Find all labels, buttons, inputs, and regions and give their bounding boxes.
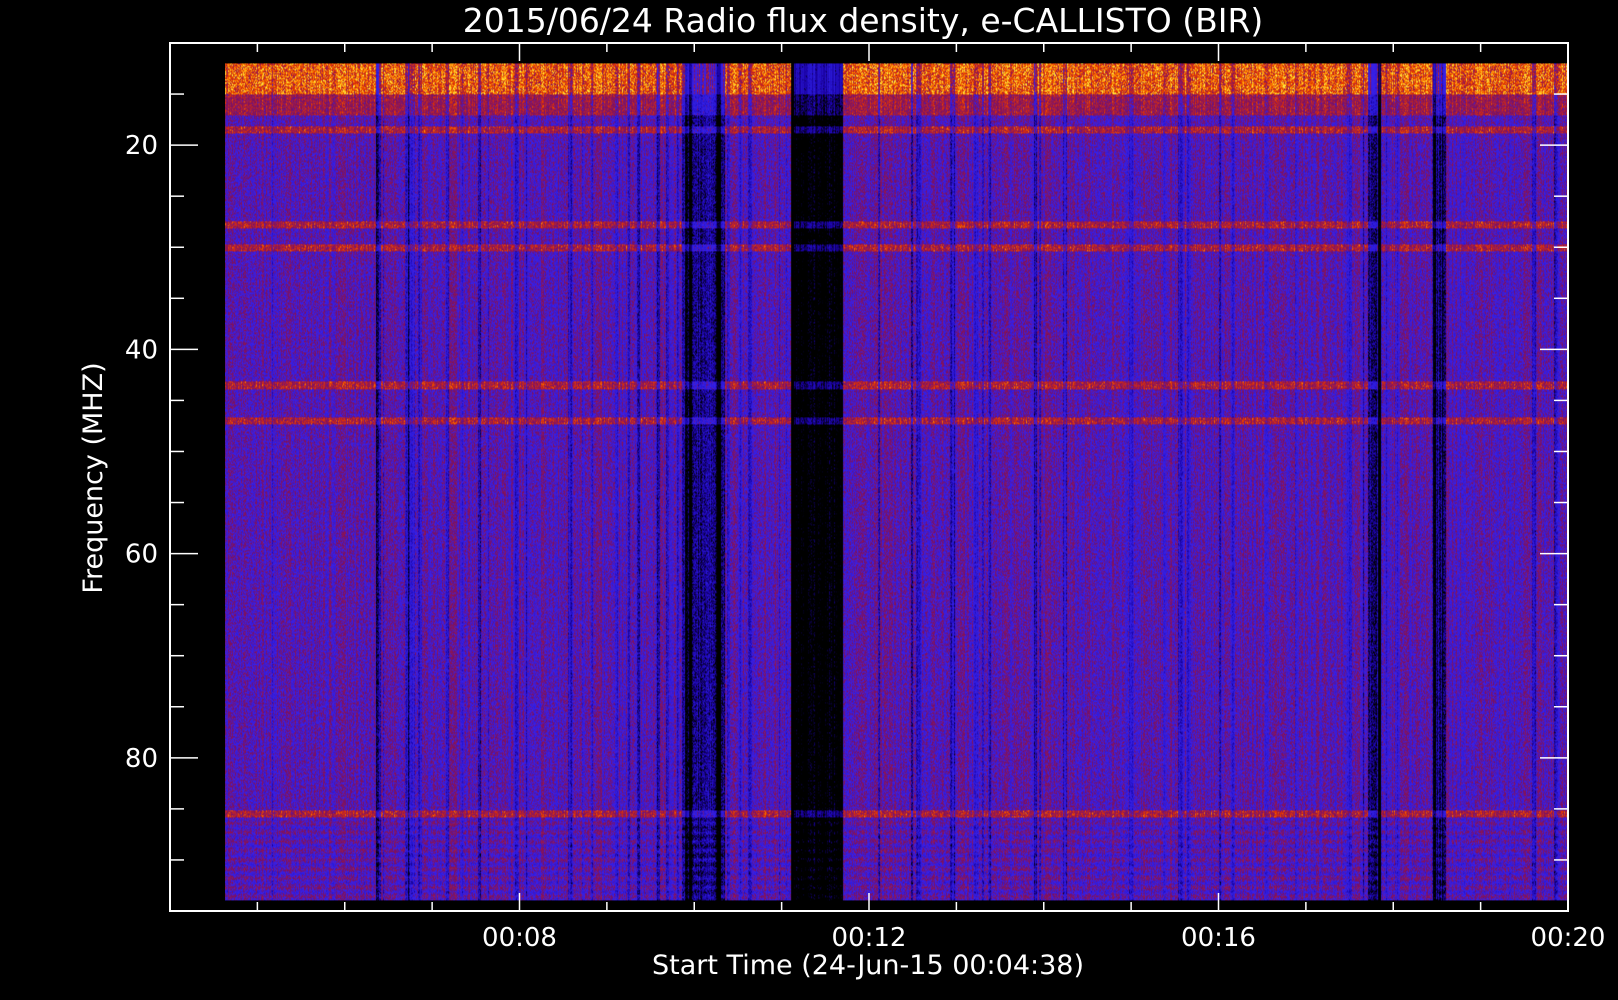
y-tick-label: 60: [125, 540, 158, 570]
chart-title: 2015/06/24 Radio flux density, e-CALLIST…: [463, 1, 1264, 40]
y-axis-label: Frequency (MHZ): [78, 362, 109, 593]
x-tick-label: 00:08: [482, 923, 557, 953]
x-axis-label: Start Time (24-Jun-15 00:04:38): [652, 950, 1084, 981]
spectrogram-image: [225, 63, 1569, 901]
x-tick-label: 00:20: [1531, 923, 1606, 953]
y-tick-label: 40: [125, 335, 158, 365]
y-tick-label: 80: [125, 744, 158, 774]
x-tick-label: 00:16: [1181, 923, 1256, 953]
plot-area: [225, 63, 1569, 901]
y-tick-label: 20: [125, 131, 158, 161]
spectrogram-figure: 2015/06/24 Radio flux density, e-CALLIST…: [0, 0, 1618, 1000]
x-tick-label: 00:12: [832, 923, 907, 953]
spectrogram-heatmap: [225, 63, 1569, 901]
